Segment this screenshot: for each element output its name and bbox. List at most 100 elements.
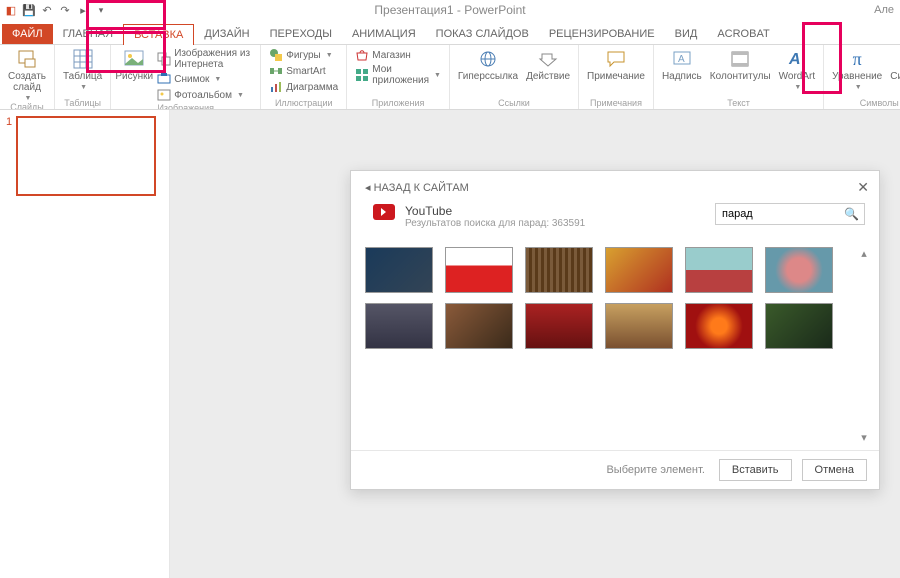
group-illustrations: Фигуры ▼ SmartArt Диаграмма Иллюстрации [261,45,347,109]
dialog-cancel-button[interactable]: Отмена [802,459,867,481]
store-icon [355,48,369,62]
new-slide-button[interactable]: Создать слайд ▼ [6,47,48,102]
tab-transitions[interactable]: ПЕРЕХОДЫ [260,24,342,44]
group-links: Гиперссылка Действие Ссылки [450,45,579,109]
group-label-comments: Примечания [590,98,642,109]
header-footer-icon [730,49,750,69]
shapes-label: Фигуры [286,50,320,61]
comment-button[interactable]: Примечание [585,47,647,82]
video-result[interactable] [365,247,433,293]
textbox-icon: A [672,49,692,69]
tab-home[interactable]: ГЛАВНАЯ [53,24,123,44]
comment-label: Примечание [587,71,645,82]
my-apps-button[interactable]: Мои приложения ▼ [353,63,443,87]
smartart-label: SmartArt [286,66,325,77]
video-result[interactable] [685,303,753,349]
table-button[interactable]: Таблица ▼ [61,47,104,91]
symbol-button[interactable]: Ω Символ [888,47,900,82]
slide-thumbnail-1[interactable] [16,116,156,196]
search-icon[interactable]: 🔍 [844,207,859,221]
video-result[interactable] [445,247,513,293]
screenshot-icon [157,72,171,86]
group-label-images: Изображения [157,103,214,110]
dropdown-icon: ▼ [25,95,32,102]
dialog-scrollbar[interactable]: ▴ ▾ [857,247,871,444]
video-result[interactable] [685,247,753,293]
ribbon-tabs: ФАЙЛ ГЛАВНАЯ ВСТАВКА ДИЗАЙН ПЕРЕХОДЫ АНИ… [0,20,900,44]
hyperlink-icon [478,49,498,69]
tab-review[interactable]: РЕЦЕНЗИРОВАНИЕ [539,24,665,44]
video-result[interactable] [605,247,673,293]
video-result[interactable] [445,303,513,349]
online-pictures-icon [157,52,171,66]
group-slides: Создать слайд ▼ Слайды [0,45,55,109]
hyperlink-button[interactable]: Гиперссылка [456,47,520,82]
scroll-up-icon[interactable]: ▴ [861,247,867,260]
header-footer-button[interactable]: Колонтитулы [708,47,773,82]
dropdown-icon: ▼ [214,76,221,83]
video-result[interactable] [525,303,593,349]
tab-animation[interactable]: АНИМАЦИЯ [342,24,426,44]
table-icon [73,49,93,69]
group-label-slides: Слайды [10,102,44,110]
tab-acrobat[interactable]: ACROBAT [707,24,779,44]
photo-album-button[interactable]: Фотоальбом ▼ [155,87,254,103]
pictures-label: Рисунки [115,71,153,82]
action-button[interactable]: Действие [524,47,572,82]
online-pictures-button[interactable]: Изображения из Интернета [155,47,254,71]
chart-icon [269,80,283,94]
tab-design[interactable]: ДИЗАЙН [194,24,259,44]
photo-album-label: Фотоальбом [174,90,232,101]
dropdown-icon: ▼ [326,52,333,59]
account-label[interactable]: Але [874,4,894,16]
equation-icon: π [847,49,867,69]
smartart-icon [269,64,283,78]
action-label: Действие [526,71,570,82]
textbox-button[interactable]: A Надпись [660,47,704,82]
online-pictures-label: Изображения из Интернета [174,48,252,70]
wordart-button[interactable]: A WordArt ▼ [777,47,818,91]
dialog-source-name: YouTube [405,204,585,218]
group-images: Рисунки Изображения из Интернета Снимок … [111,45,261,109]
video-result[interactable] [605,303,673,349]
symbol-label: Символ [890,71,900,82]
group-label-text: Текст [727,98,750,109]
dialog-search-input[interactable] [715,203,865,225]
dropdown-icon: ▼ [237,92,244,99]
textbox-label: Надпись [662,71,702,82]
pictures-button[interactable]: Рисунки [117,47,151,82]
ribbon: Создать слайд ▼ Слайды Таблица ▼ Таблицы [0,44,900,110]
video-result[interactable] [765,247,833,293]
tab-file[interactable]: ФАЙЛ [2,24,53,44]
window-title: Презентация1 - PowerPoint [0,3,900,17]
smartart-button[interactable]: SmartArt [267,63,340,79]
store-button[interactable]: Магазин [353,47,443,63]
screenshot-button[interactable]: Снимок ▼ [155,71,254,87]
video-result[interactable] [765,303,833,349]
shapes-button[interactable]: Фигуры ▼ [267,47,340,63]
scroll-down-icon[interactable]: ▾ [861,431,867,444]
my-apps-label: Мои приложения [372,64,429,86]
dialog-back-link[interactable]: ◂ НАЗАД К САЙТАМ [365,182,469,194]
new-slide-icon [17,49,37,69]
header-footer-label: Колонтитулы [710,71,771,82]
equation-button[interactable]: π Уравнение ▼ [830,47,884,91]
tab-insert[interactable]: ВСТАВКА [123,24,194,45]
dialog-insert-button[interactable]: Вставить [719,459,792,481]
chart-button[interactable]: Диаграмма [267,79,340,95]
dropdown-icon: ▼ [794,84,801,91]
dropdown-icon: ▼ [80,84,87,91]
tab-slideshow[interactable]: ПОКАЗ СЛАЙДОВ [426,24,539,44]
dialog-close-button[interactable]: ✕ [857,179,869,196]
group-label-symbols: Символы [860,98,899,109]
group-label-tables: Таблицы [64,98,101,109]
video-result[interactable] [525,247,593,293]
dialog-search: 🔍 [715,203,865,225]
svg-text:A: A [788,51,801,68]
tab-view[interactable]: ВИД [665,24,708,44]
svg-text:A: A [678,54,685,65]
pictures-icon [124,49,144,69]
video-result[interactable] [365,303,433,349]
wordart-label: WordArt [779,71,816,82]
wordart-icon: A [787,49,807,69]
